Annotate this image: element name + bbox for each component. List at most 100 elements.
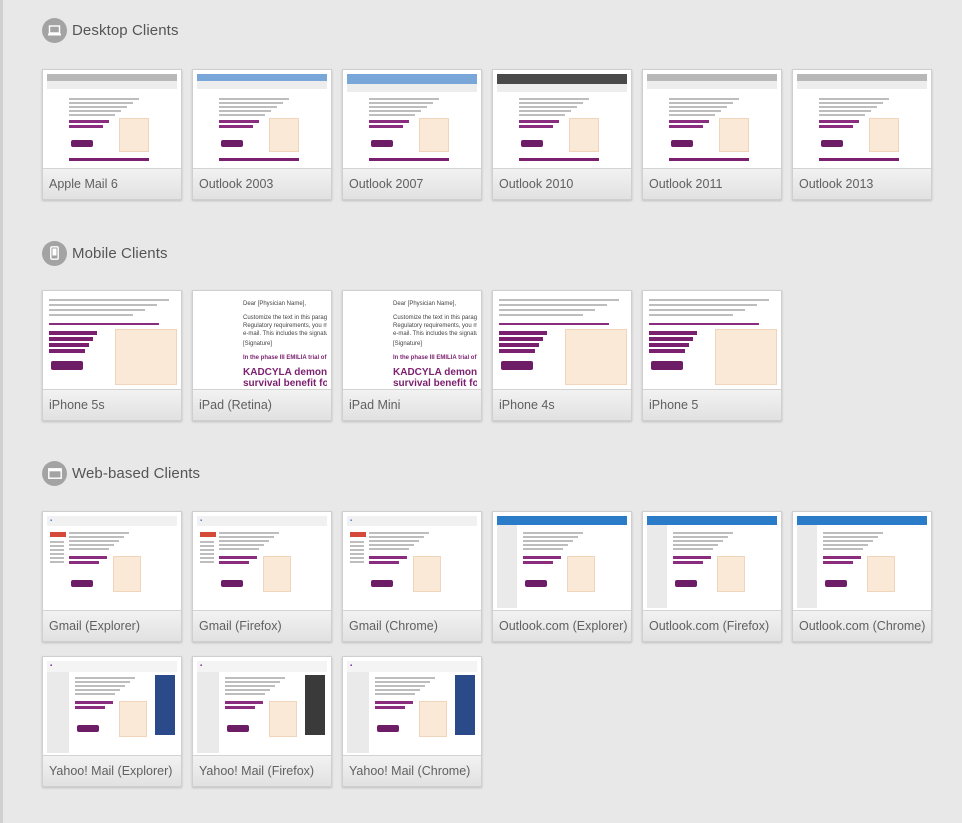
- email-preview-thumbnail[interactable]: ▪: [347, 661, 477, 753]
- email-preview-thumbnail[interactable]: [497, 516, 627, 608]
- client-card-outlook-2010[interactable]: Outlook 2010: [492, 69, 632, 200]
- email-preview-thumbnail[interactable]: [797, 74, 927, 166]
- sidebar-box: [119, 118, 149, 152]
- client-name-label: Yahoo! Mail (Firefox): [193, 755, 331, 786]
- email-preview-thumbnail[interactable]: [797, 516, 927, 608]
- text-line: [369, 106, 427, 108]
- email-preview-thumbnail[interactable]: Dear [Physician Name], Customize the text…: [197, 295, 327, 387]
- client-card-outlook-2003[interactable]: Outlook 2003: [192, 69, 332, 200]
- footer-line: [669, 158, 749, 161]
- nav-line: [200, 549, 214, 551]
- email-preview-thumbnail[interactable]: ▪: [47, 516, 177, 608]
- browser-header: [347, 516, 477, 526]
- text-line: [673, 536, 728, 538]
- laptop-icon: [42, 17, 67, 43]
- email-preview-thumbnail[interactable]: [497, 74, 627, 166]
- text-line: [523, 544, 568, 546]
- client-card-apple-mail-6[interactable]: Apple Mail 6: [42, 69, 182, 200]
- client-card-outlook-com-explorer[interactable]: Outlook.com (Explorer): [492, 511, 632, 642]
- client-card-gmail-chrome[interactable]: ▪ Gmail (Chrome): [342, 511, 482, 642]
- text-line: [519, 114, 565, 116]
- headline-block: [499, 343, 539, 347]
- text-line: [69, 114, 115, 116]
- text-line: [369, 102, 433, 104]
- window-ribbon: [197, 81, 327, 89]
- text-line: [49, 309, 145, 311]
- client-card-gmail-firefox[interactable]: ▪ Gmail (Firefox): [192, 511, 332, 642]
- footer-line: [219, 158, 299, 161]
- client-name-label: Yahoo! Mail (Chrome): [343, 755, 481, 786]
- window-ribbon: [347, 84, 477, 92]
- email-preview-thumbnail[interactable]: ▪: [47, 661, 177, 753]
- sidebar-box: [717, 556, 745, 592]
- section-title: Web-based Clients: [72, 464, 201, 482]
- brand-logo: [221, 140, 243, 147]
- email-preview-thumbnail[interactable]: [647, 295, 777, 387]
- text-line: [519, 106, 577, 108]
- email-preview-thumbnail[interactable]: [497, 295, 627, 387]
- email-preview-thumbnail[interactable]: [47, 295, 177, 387]
- text-line: [369, 532, 429, 534]
- client-card-yahoo-mail-firefox[interactable]: ▪ Yahoo! Mail (Firefox): [192, 656, 332, 787]
- text-line: [219, 98, 289, 100]
- client-card-iphone-5s[interactable]: iPhone 5s: [42, 290, 182, 421]
- email-preview-thumbnail[interactable]: ▪: [197, 516, 327, 608]
- client-card-ipad-mini[interactable]: Dear [Physician Name], Customize the text…: [342, 290, 482, 421]
- brand-logo: [825, 580, 847, 587]
- email-preview-thumbnail[interactable]: [647, 74, 777, 166]
- client-card-iphone-4s[interactable]: iPhone 4s: [492, 290, 632, 421]
- text-line: [219, 536, 274, 538]
- email-preview-thumbnail[interactable]: Dear [Physician Name], Customize the text…: [347, 295, 477, 387]
- client-card-outlook-2011[interactable]: Outlook 2011: [642, 69, 782, 200]
- text-line: [823, 544, 868, 546]
- email-preview-thumbnail[interactable]: [197, 74, 327, 166]
- headline-line: [519, 120, 559, 123]
- client-card-gmail-explorer[interactable]: ▪ Gmail (Explorer): [42, 511, 182, 642]
- client-card-iphone-5[interactable]: iPhone 5: [642, 290, 782, 421]
- email-preview-thumbnail[interactable]: [47, 74, 177, 166]
- sidebar-box: [413, 556, 441, 592]
- text-line: [225, 677, 285, 679]
- text-line: [219, 110, 271, 112]
- text-line: [523, 540, 573, 542]
- text-line: [823, 536, 878, 538]
- headline-line: [69, 125, 103, 128]
- email-text: e-mail. This includes the signature.: [243, 331, 327, 337]
- client-card-outlook-2013[interactable]: Outlook 2013: [792, 69, 932, 200]
- text-line: [219, 102, 283, 104]
- nav-line: [200, 561, 214, 563]
- email-preview-thumbnail[interactable]: ▪: [347, 516, 477, 608]
- text-line: [375, 685, 425, 687]
- client-name-label: Outlook.com (Chrome): [793, 610, 931, 641]
- client-card-outlook-com-firefox[interactable]: Outlook.com (Firefox): [642, 511, 782, 642]
- text-line: [369, 110, 421, 112]
- client-card-outlook-com-chrome[interactable]: Outlook.com (Chrome): [792, 511, 932, 642]
- client-card-ipad-retina[interactable]: Dear [Physician Name], Customize the text…: [192, 290, 332, 421]
- text-line: [673, 540, 723, 542]
- headline-block: [649, 337, 693, 341]
- nav-line: [200, 541, 214, 543]
- nav-line: [350, 557, 364, 559]
- gmail-logo: ▪: [50, 518, 53, 524]
- email-text: Regulatory requirements, you may only in: [393, 323, 477, 329]
- email-preview-thumbnail[interactable]: ▪: [197, 661, 327, 753]
- compose-button: [200, 532, 216, 537]
- sidebar-box: [867, 556, 895, 592]
- nav-line: [350, 549, 364, 551]
- client-name-label: iPhone 5: [643, 389, 781, 420]
- text-line: [49, 314, 133, 316]
- email-preview-thumbnail[interactable]: [347, 74, 477, 166]
- client-card-outlook-2007[interactable]: Outlook 2007: [342, 69, 482, 200]
- window-toolbar: [347, 74, 477, 84]
- text-line: [75, 693, 115, 695]
- browser-header: [197, 516, 327, 526]
- mobile-clients-header: Mobile Clients: [42, 240, 168, 266]
- browser-header: [47, 516, 177, 526]
- client-card-yahoo-mail-chrome[interactable]: ▪ Yahoo! Mail (Chrome): [342, 656, 482, 787]
- text-line: [75, 689, 120, 691]
- headline-block: [649, 349, 685, 353]
- headline-line: [69, 561, 99, 564]
- client-card-yahoo-mail-explorer[interactable]: ▪ Yahoo! Mail (Explorer): [42, 656, 182, 787]
- headline-line: [225, 706, 255, 709]
- email-preview-thumbnail[interactable]: [647, 516, 777, 608]
